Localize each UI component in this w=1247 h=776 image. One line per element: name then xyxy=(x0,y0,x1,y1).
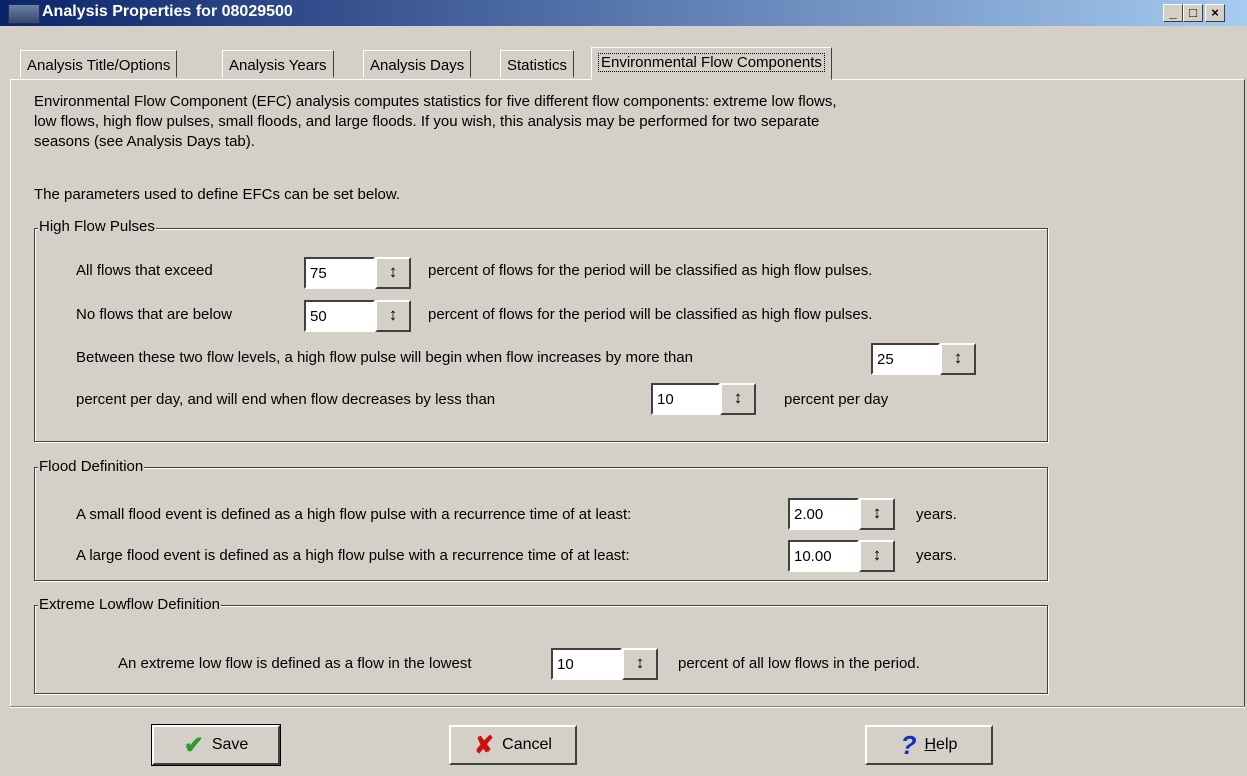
end-suffix: percent per day xyxy=(784,391,889,408)
extreme-lowflow-suffix: percent of all low flows in the period. xyxy=(678,655,920,672)
below-percent-input[interactable] xyxy=(304,300,375,332)
extreme-lowflow-spinner[interactable]: ↕ xyxy=(551,648,658,680)
cancel-button[interactable]: ✘ Cancel xyxy=(449,725,577,765)
tab-label: Analysis Years xyxy=(229,57,327,74)
spin-arrows-icon[interactable]: ↕ xyxy=(859,540,895,572)
tab-label: Analysis Days xyxy=(370,57,465,74)
tab-statistics[interactable]: Statistics xyxy=(500,50,575,78)
tab-analysis-years[interactable]: Analysis Years xyxy=(222,50,334,78)
help-label-rest: elp xyxy=(936,736,958,753)
spin-arrows-icon[interactable]: ↕ xyxy=(375,300,411,332)
extreme-lowflow-input[interactable] xyxy=(551,648,622,680)
below-label: No flows that are below xyxy=(76,306,232,323)
extreme-lowflow-title: Extreme Lowflow Definition xyxy=(38,596,221,613)
help-button[interactable]: ? Help xyxy=(865,725,993,765)
high-flow-pulses-group xyxy=(34,228,1048,442)
decrease-percent-spinner[interactable]: ↕ xyxy=(651,383,756,415)
title-bar[interactable]: Analysis Properties for 08029500 _ □ × xyxy=(0,0,1247,26)
spin-arrows-icon[interactable]: ↕ xyxy=(375,257,411,289)
description-line: low flows, high flow pulses, small flood… xyxy=(34,113,820,130)
x-icon: ✘ xyxy=(474,731,495,759)
tab-label: Statistics xyxy=(507,57,568,74)
tab-analysis-days[interactable]: Analysis Days xyxy=(363,50,472,78)
exceed-percent-input[interactable] xyxy=(304,257,375,289)
decrease-percent-input[interactable] xyxy=(651,383,720,415)
window-title: Analysis Properties for 08029500 xyxy=(42,3,293,20)
below-suffix: percent of flows for the period will be … xyxy=(428,306,873,323)
save-label: Save xyxy=(211,736,249,753)
minimize-button[interactable]: _ xyxy=(1163,4,1183,22)
maximize-button[interactable]: □ xyxy=(1183,4,1203,22)
question-mark-icon: ? xyxy=(900,729,917,760)
help-label: Help xyxy=(924,736,957,754)
spin-arrows-icon[interactable]: ↕ xyxy=(622,648,658,680)
small-flood-spinner[interactable]: ↕ xyxy=(788,498,895,530)
close-icon: × xyxy=(1211,5,1219,20)
efc-description: Environmental Flow Component (EFC) analy… xyxy=(34,92,1044,152)
spin-arrows-icon[interactable]: ↕ xyxy=(720,383,756,415)
high-flow-pulses-title: High Flow Pulses xyxy=(38,218,156,235)
large-flood-spinner[interactable]: ↕ xyxy=(788,540,895,572)
increase-percent-input[interactable] xyxy=(871,343,940,375)
checkmark-icon: ✔ xyxy=(183,731,204,759)
exceed-label: All flows that exceed xyxy=(76,262,213,279)
small-flood-input[interactable] xyxy=(788,498,859,530)
tab-label: Analysis Title/Options xyxy=(27,57,171,74)
tab-environmental-flow-components[interactable]: Environmental Flow Components xyxy=(591,47,832,80)
tab-analysis-title-options[interactable]: Analysis Title/Options xyxy=(20,50,178,78)
flood-definition-title: Flood Definition xyxy=(38,458,145,475)
help-mnemonic: H xyxy=(924,736,937,753)
end-label: percent per day, and will end when flow … xyxy=(76,391,496,408)
increase-percent-spinner[interactable]: ↕ xyxy=(871,343,976,375)
close-button[interactable]: × xyxy=(1205,4,1225,22)
between-label: Between these two flow levels, a high fl… xyxy=(76,349,693,366)
exceed-percent-spinner[interactable]: ↕ xyxy=(304,257,411,289)
extreme-lowflow-label: An extreme low flow is defined as a flow… xyxy=(118,655,472,672)
spin-arrows-icon[interactable]: ↕ xyxy=(859,498,895,530)
below-percent-spinner[interactable]: ↕ xyxy=(304,300,411,332)
large-flood-input[interactable] xyxy=(788,540,859,572)
efc-parameters-note: The parameters used to define EFCs can b… xyxy=(34,186,401,203)
app-icon xyxy=(8,4,40,24)
maximize-icon: □ xyxy=(1189,5,1197,20)
spin-arrows-icon[interactable]: ↕ xyxy=(940,343,976,375)
exceed-suffix: percent of flows for the period will be … xyxy=(428,262,873,279)
save-button[interactable]: ✔ Save xyxy=(151,724,281,766)
description-line: seasons (see Analysis Days tab). xyxy=(34,133,255,150)
small-flood-suffix: years. xyxy=(916,506,957,523)
cancel-label: Cancel xyxy=(502,736,552,753)
tab-label: Environmental Flow Components xyxy=(598,53,825,72)
minimize-icon: _ xyxy=(1169,5,1177,20)
small-flood-label: A small flood event is defined as a high… xyxy=(76,506,632,523)
large-flood-suffix: years. xyxy=(916,547,957,564)
extreme-lowflow-group xyxy=(34,605,1048,694)
large-flood-label: A large flood event is defined as a high… xyxy=(76,547,630,564)
description-line: Environmental Flow Component (EFC) analy… xyxy=(34,93,837,110)
